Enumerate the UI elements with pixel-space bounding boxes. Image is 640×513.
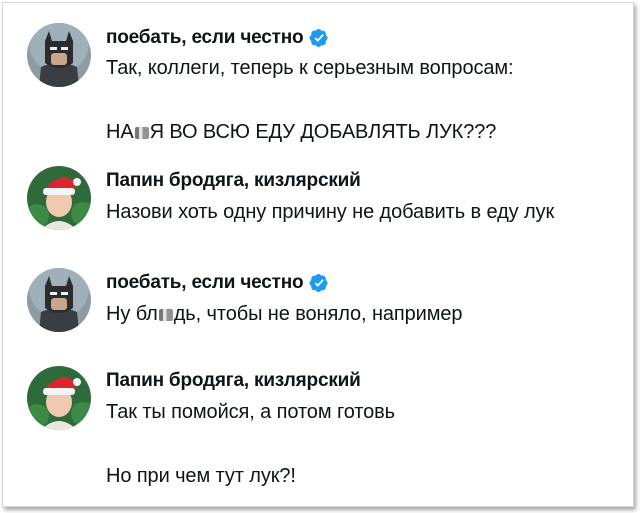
santa-hat-avatar[interactable] <box>27 366 91 430</box>
santa-hat-avatar[interactable] <box>27 166 91 230</box>
author-row: Папин бродяга, кизлярский <box>106 168 361 194</box>
message-text: Назови хоть одну причину не добавить в е… <box>106 201 555 223</box>
message-text: Ну бл дь, чтобы не воняло, например <box>106 303 463 326</box>
author-row: Папин бродяга, кизлярский <box>106 368 361 394</box>
author-name[interactable]: поебать, если честно <box>106 272 304 294</box>
author-row: поебать, если честно <box>106 25 329 51</box>
batman-avatar[interactable] <box>27 23 91 87</box>
author-name[interactable]: Папин бродяга, кизлярский <box>106 370 361 392</box>
author-name[interactable]: Папин бродяга, кизлярский <box>106 170 361 192</box>
censored-blur <box>134 126 149 139</box>
text-part: НА <box>106 121 134 143</box>
author-name[interactable]: поебать, если честно <box>106 27 304 49</box>
verified-badge-icon <box>310 274 329 292</box>
screenshot-frame: поебать, если честно Так, коллеги, тепер… <box>2 2 634 507</box>
message-text: Так, коллеги, теперь к серьезным вопроса… <box>106 57 514 79</box>
text-part: Я ВО ВСЮ ЕДУ ДОБАВЛЯТЬ ЛУК??? <box>149 121 497 143</box>
text-part: дь, чтобы не воняло, например <box>173 303 463 325</box>
text-part: Ну бл <box>106 303 158 325</box>
message-text: Так ты помойся, а потом готовь <box>106 401 395 423</box>
batman-avatar[interactable] <box>27 268 91 332</box>
author-row: поебать, если честно <box>106 270 329 296</box>
message-text-line2: НА Я ВО ВСЮ ЕДУ ДОБАВЛЯТЬ ЛУК??? <box>106 121 496 144</box>
censored-blur <box>158 308 173 321</box>
message-text-line2: Но при чем тут лук?! <box>106 465 296 487</box>
verified-badge-icon <box>310 29 329 47</box>
